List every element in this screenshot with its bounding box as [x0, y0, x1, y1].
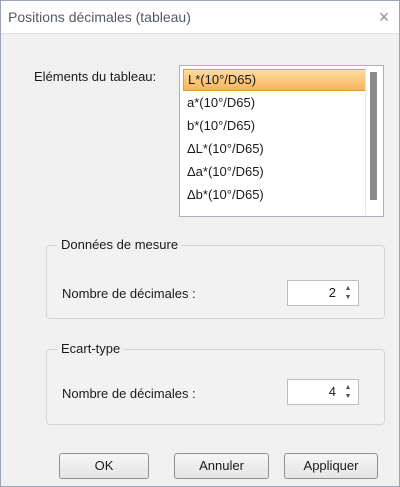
std-deviation-decimals-stepper[interactable]: 4 ▲ ▼ [287, 379, 359, 405]
list-item[interactable]: L*(10°/D65) [183, 69, 367, 91]
list-item[interactable]: Δa*(10°/D65) [183, 161, 367, 183]
std-deviation-decimals-label: Nombre de décimales : [62, 386, 196, 401]
measurement-data-group: Données de mesure Nombre de décimales : … [46, 237, 385, 319]
apply-button[interactable]: Appliquer [284, 453, 378, 479]
measurement-decimals-label: Nombre de décimales : [62, 286, 196, 301]
window-title: Positions décimales (tableau) [8, 9, 191, 25]
chevron-down-icon[interactable]: ▼ [342, 293, 354, 302]
scrollbar-thumb[interactable] [370, 72, 377, 200]
std-deviation-group-title: Ecart-type [57, 341, 125, 356]
list-item[interactable]: ΔL*(10°/D65) [183, 138, 367, 160]
list-item[interactable]: a*(10°/D65) [183, 92, 367, 114]
list-item[interactable]: b*(10°/D65) [183, 115, 367, 137]
chevron-down-icon[interactable]: ▼ [342, 392, 354, 401]
chevron-up-icon[interactable]: ▲ [342, 284, 354, 293]
chevron-up-icon[interactable]: ▲ [342, 383, 354, 392]
std-deviation-decimals-value[interactable]: 4 [329, 380, 336, 404]
elements-listbox[interactable]: L*(10°/D65) a*(10°/D65) b*(10°/D65) ΔL*(… [179, 65, 384, 217]
cancel-button[interactable]: Annuler [174, 453, 269, 479]
std-deviation-group: Ecart-type Nombre de décimales : 4 ▲ ▼ [46, 341, 385, 425]
ok-button[interactable]: OK [59, 453, 149, 479]
close-icon[interactable]: × [369, 1, 399, 33]
dialog-window: Positions décimales (tableau) × Eléments… [0, 0, 400, 487]
stepper-arrows[interactable]: ▲ ▼ [342, 284, 354, 302]
stepper-arrows[interactable]: ▲ ▼ [342, 383, 354, 401]
listbox-scrollbar[interactable] [365, 67, 382, 215]
list-item[interactable]: Δb*(10°/D65) [183, 184, 367, 206]
elements-label: Eléments du tableau: [34, 69, 157, 84]
measurement-group-title: Données de mesure [57, 237, 183, 252]
title-bar: Positions décimales (tableau) × [1, 1, 399, 34]
measurement-decimals-stepper[interactable]: 2 ▲ ▼ [287, 280, 359, 306]
measurement-decimals-value[interactable]: 2 [329, 281, 336, 305]
